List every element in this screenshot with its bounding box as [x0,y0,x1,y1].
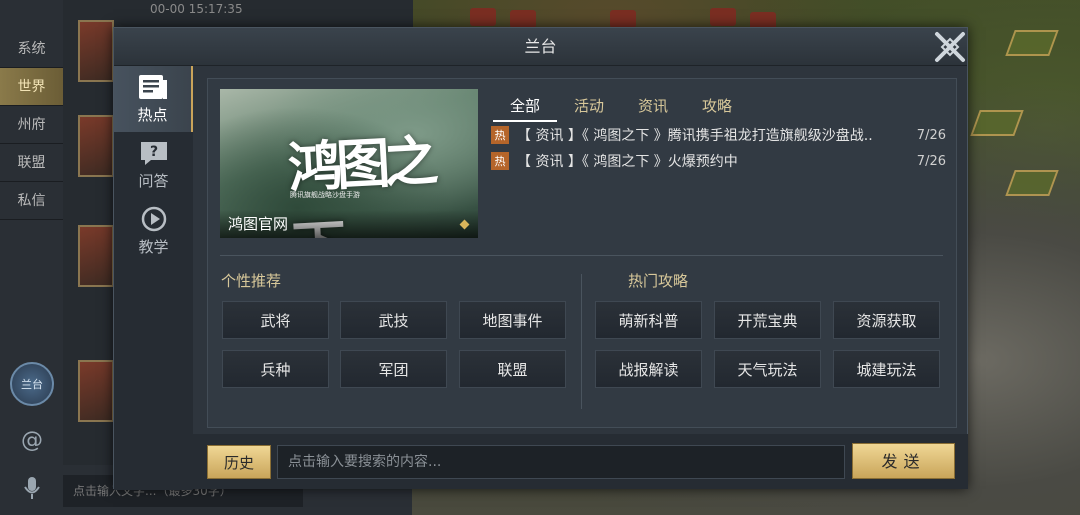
hot-guides-title: 热门攻略 [628,272,689,290]
nav-item-label: 热点 [137,105,168,124]
close-button[interactable] [930,28,970,66]
chat-tab-prefecture[interactable]: 州府 [0,106,63,144]
hot-badge: 热 [491,152,509,170]
chat-tab-alliance[interactable]: 联盟 [0,144,63,182]
column-divider [581,274,582,409]
tag-generals[interactable]: 武将 [222,301,329,339]
tab-news[interactable]: 资讯 [621,95,685,122]
search-bar: 历史 发送 [193,434,968,489]
avatar[interactable] [78,20,114,82]
tag-map-events[interactable]: 地图事件 [459,301,566,339]
section-divider [220,255,943,256]
avatar[interactable] [78,115,114,177]
tag-legion[interactable]: 军团 [340,350,447,388]
avatar[interactable] [78,225,114,287]
news-title: 【 资讯 】《 鸿图之下 》火爆预约中 [517,154,738,170]
news-item[interactable]: 热 【 资讯 】《 鸿图之下 》腾讯携手祖龙打造旗舰级沙盘战.. 7/26 [491,123,946,147]
tag-resources[interactable]: 资源获取 [833,301,940,339]
map-building [610,10,636,28]
map-building [470,8,496,26]
play-icon [139,206,169,232]
tag-alliance[interactable]: 联盟 [459,350,566,388]
chat-channel-tabs: 系统 世界 州府 联盟 私信 [0,30,63,220]
map-tile [970,110,1024,136]
official-site-banner[interactable]: 鸿图之下 腾讯旗舰战略沙盘手游 鸿图官网 [220,89,478,238]
lantai-logo-icon[interactable]: 兰台 [10,362,54,406]
tag-pioneer-guide[interactable]: 开荒宝典 [714,301,821,339]
close-icon [935,32,965,62]
side-navigation: 热点 ? 问答 教学 [114,66,193,490]
at-mention-icon[interactable]: @ [14,422,50,458]
svg-text:?: ? [149,144,157,160]
chat-tab-private[interactable]: 私信 [0,182,63,220]
news-tabs: 全部 活动 资讯 攻略 [493,95,749,122]
microphone-icon[interactable] [14,470,50,506]
tag-skills[interactable]: 武技 [340,301,447,339]
banner-subtitle: 腾讯旗舰战略沙盘手游 [290,191,360,199]
tab-events[interactable]: 活动 [557,95,621,122]
search-input[interactable] [277,445,845,479]
news-item[interactable]: 热 【 资讯 】《 鸿图之下 》火爆预约中 7/26 [491,149,946,173]
news-title: 【 资讯 】《 鸿图之下 》腾讯携手祖龙打造旗舰级沙盘战.. [517,128,873,144]
news-icon [138,74,168,100]
hot-badge: 热 [491,126,509,144]
map-building [510,10,536,28]
map-tile [1005,30,1059,56]
tag-city-building[interactable]: 城建玩法 [833,350,940,388]
news-date: 7/26 [916,127,946,143]
map-building [710,8,736,26]
news-date: 7/26 [916,153,946,169]
personal-recommend-title: 个性推荐 [221,272,282,290]
nav-item-label: 问答 [138,171,169,190]
banner-label: 鸿图官网 [220,210,478,238]
nav-item-qa[interactable]: ? 问答 [114,132,193,198]
avatar[interactable] [78,360,114,422]
send-button[interactable]: 发送 [852,443,955,479]
hot-content-panel: 鸿图之下 腾讯旗舰战略沙盘手游 鸿图官网 全部 活动 资讯 攻略 热 【 资讯 … [207,78,957,428]
dialog-title: 兰台 [114,28,967,66]
history-button[interactable]: 历史 [207,445,271,479]
chat-timestamp: 00-00 15:17:35 [150,2,243,16]
map-tile [1005,170,1059,196]
tag-weather[interactable]: 天气玩法 [714,350,821,388]
tab-guides[interactable]: 攻略 [685,95,749,122]
tag-troops[interactable]: 兵种 [222,350,329,388]
tab-all[interactable]: 全部 [493,95,557,122]
question-icon: ? [139,140,169,166]
chat-tab-world[interactable]: 世界 [0,68,63,106]
nav-item-hot[interactable]: 热点 [114,66,193,132]
nav-item-tutorial[interactable]: 教学 [114,198,193,264]
chat-tab-system[interactable]: 系统 [0,30,63,68]
tag-battle-report[interactable]: 战报解读 [595,350,702,388]
lantai-dialog: 兰台 热点 ? 问答 教学 鸿图之下 腾讯旗舰战略沙盘手游 鸿图官网 全部 活动… [113,27,970,490]
tag-newbie-guide[interactable]: 萌新科普 [595,301,702,339]
nav-item-label: 教学 [138,237,169,256]
